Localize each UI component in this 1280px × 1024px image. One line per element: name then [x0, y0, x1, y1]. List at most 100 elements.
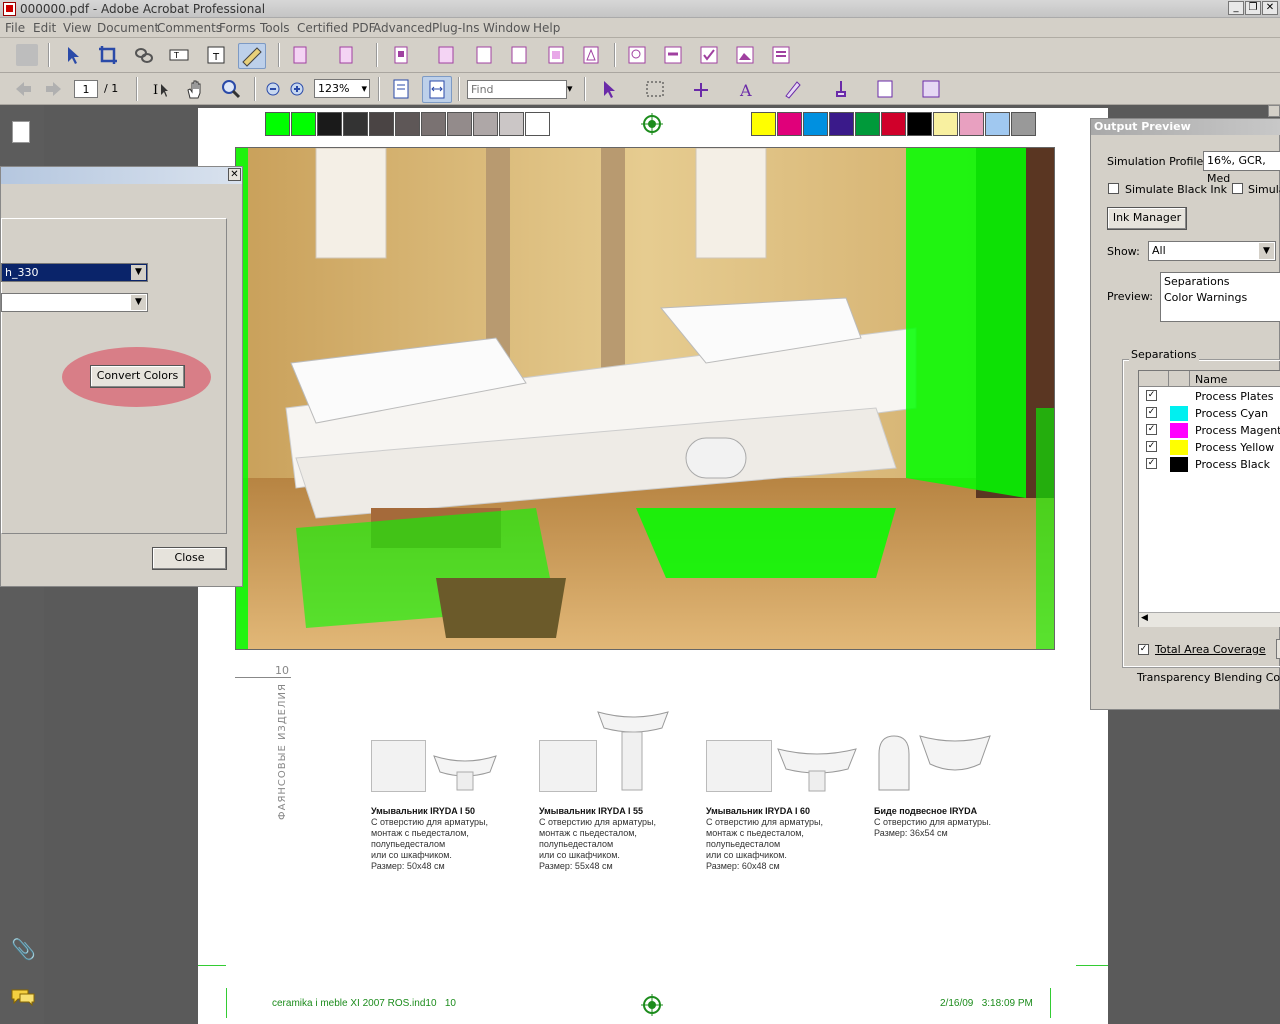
- pdf-optimizer-icon[interactable]: [734, 44, 756, 66]
- fit-page-icon[interactable]: [390, 78, 412, 100]
- chevron-down-icon[interactable]: ▾: [567, 82, 573, 95]
- combine-files-icon[interactable]: [336, 44, 358, 66]
- grey-bar-swatch: [447, 112, 472, 136]
- zoom-in-icon[interactable]: [286, 78, 308, 100]
- stamp-icon[interactable]: [830, 78, 852, 100]
- select-text-icon[interactable]: I: [150, 78, 172, 100]
- pages-panel-icon[interactable]: [12, 121, 30, 143]
- convert-colors-icon[interactable]: [545, 44, 567, 66]
- page-total-label: / 1: [104, 82, 119, 95]
- create-pdf-icon[interactable]: [290, 44, 312, 66]
- svg-text:T: T: [212, 52, 220, 63]
- attachments-paperclip-icon[interactable]: 📎: [11, 937, 36, 961]
- convert-colors-button[interactable]: Convert Colors: [90, 365, 185, 388]
- find-input[interactable]: [467, 80, 567, 99]
- menu-edit[interactable]: Edit: [33, 21, 56, 35]
- restore-button[interactable]: ❐: [1245, 1, 1261, 15]
- text-box-icon[interactable]: A: [736, 78, 758, 100]
- simulate-paper-checkbox[interactable]: [1232, 183, 1243, 194]
- touchup-pointer-icon[interactable]: [598, 78, 620, 100]
- menu-comments[interactable]: Comments: [157, 21, 222, 35]
- preview-list[interactable]: Separations Color Warnings: [1160, 272, 1280, 322]
- list-item[interactable]: ✓ Process Magenta: [1139, 422, 1280, 439]
- show-select[interactable]: All ▼: [1148, 241, 1276, 261]
- close-window-button[interactable]: ✕: [1262, 1, 1278, 15]
- menu-forms[interactable]: Forms: [219, 21, 255, 35]
- plate-visible-checkbox[interactable]: ✓: [1146, 407, 1157, 418]
- next-page-icon[interactable]: [42, 78, 64, 100]
- plate-visible-checkbox[interactable]: ✓: [1146, 390, 1157, 401]
- link-icon[interactable]: [133, 44, 155, 66]
- plate-color-swatch: [1170, 389, 1188, 404]
- menu-advanced[interactable]: Advanced: [373, 21, 432, 35]
- list-item[interactable]: ✓ Process Cyan: [1139, 405, 1280, 422]
- fix-hairlines-icon[interactable]: [473, 44, 495, 66]
- minimize-button[interactable]: _: [1228, 1, 1244, 15]
- preflight-icon[interactable]: [435, 44, 457, 66]
- pencil-markup-icon[interactable]: [782, 78, 804, 100]
- column-header-name[interactable]: Name: [1195, 373, 1227, 386]
- conversion-option-select[interactable]: ▼: [1, 293, 148, 312]
- menu-view[interactable]: View: [63, 21, 91, 35]
- rectangle-tool-icon[interactable]: [644, 78, 666, 100]
- export-icon[interactable]: [390, 44, 412, 66]
- menu-window[interactable]: Window: [483, 21, 530, 35]
- comment-tools-icon[interactable]: [920, 78, 942, 100]
- comments-icon[interactable]: [10, 987, 36, 1007]
- select-arrow-icon[interactable]: [62, 44, 84, 66]
- simulate-black-ink-checkbox[interactable]: [1108, 183, 1119, 194]
- list-item[interactable]: ✓ Process Yellow: [1139, 439, 1280, 456]
- touchup-text-icon[interactable]: T: [205, 44, 227, 66]
- save-icon[interactable]: [16, 44, 38, 66]
- crop-icon[interactable]: [97, 44, 119, 66]
- menu-tools[interactable]: Tools: [260, 21, 290, 35]
- pane-scroll-button[interactable]: [1268, 105, 1280, 117]
- touchup-object-icon[interactable]: [238, 43, 266, 69]
- preview-option-separations[interactable]: Separations: [1164, 275, 1230, 288]
- total-area-value-field[interactable]: [1276, 639, 1280, 659]
- plate-visible-checkbox[interactable]: ✓: [1146, 458, 1157, 469]
- ink-manager-button[interactable]: Ink Manager: [1107, 207, 1187, 230]
- list-item[interactable]: ✓ Process Plates: [1139, 388, 1280, 405]
- preflight-check-icon[interactable]: [698, 44, 720, 66]
- shapes-tool-icon[interactable]: [690, 78, 712, 100]
- product-line: С отверстию для арматуры,: [539, 817, 656, 827]
- output-preview-icon[interactable]: [626, 44, 648, 66]
- list-item[interactable]: ✓ Process Black: [1139, 456, 1280, 473]
- close-button[interactable]: Close: [152, 547, 227, 570]
- ink-manager-icon[interactable]: [662, 44, 684, 66]
- plate-visible-checkbox[interactable]: ✓: [1146, 441, 1157, 452]
- page-number-input[interactable]: [74, 80, 98, 98]
- simulation-profile-select[interactable]: 16%, GCR, Med: [1203, 151, 1280, 185]
- previous-page-icon[interactable]: [12, 78, 34, 100]
- zoom-tool-icon[interactable]: [220, 78, 242, 100]
- hand-tool-icon[interactable]: [184, 78, 206, 100]
- total-area-coverage-checkbox[interactable]: ✓: [1138, 644, 1149, 655]
- attach-file-icon[interactable]: [874, 78, 896, 100]
- menu-file[interactable]: File: [5, 21, 25, 35]
- menu-help[interactable]: Help: [533, 21, 560, 35]
- transparency-flattening-icon[interactable]: [580, 44, 602, 66]
- product-line: монтаж с пьедесталом,: [706, 828, 804, 838]
- scroll-left-icon[interactable]: ◀: [1141, 613, 1148, 623]
- column-divider: [1189, 371, 1190, 387]
- toolbar-separator: [254, 77, 256, 101]
- menu-plug-ins[interactable]: Plug-Ins: [432, 21, 480, 35]
- plate-color-swatch: [1170, 440, 1188, 455]
- product-description: Умывальник IRYDA I 60 С отверстию для ар…: [706, 806, 823, 872]
- job-definitions-icon[interactable]: [770, 44, 792, 66]
- menu-certified-pdf[interactable]: Certified PDF: [297, 21, 376, 35]
- plate-visible-checkbox[interactable]: ✓: [1146, 424, 1157, 435]
- destination-profile-select[interactable]: h_330 ▼: [1, 263, 148, 282]
- grey-bar-swatch: [395, 112, 420, 136]
- zoom-out-icon[interactable]: [262, 78, 284, 100]
- fit-width-icon[interactable]: [422, 76, 452, 103]
- grey-bar-swatch: [317, 112, 342, 136]
- close-icon[interactable]: ✕: [228, 168, 241, 181]
- text-field-icon[interactable]: T: [168, 44, 190, 66]
- zoom-level-select[interactable]: 123% ▾: [314, 79, 370, 98]
- horizontal-scrollbar[interactable]: ◀: [1139, 612, 1280, 627]
- preview-option-color-warnings[interactable]: Color Warnings: [1164, 291, 1247, 304]
- add-printer-marks-icon[interactable]: [508, 44, 530, 66]
- menu-document[interactable]: Document: [97, 21, 159, 35]
